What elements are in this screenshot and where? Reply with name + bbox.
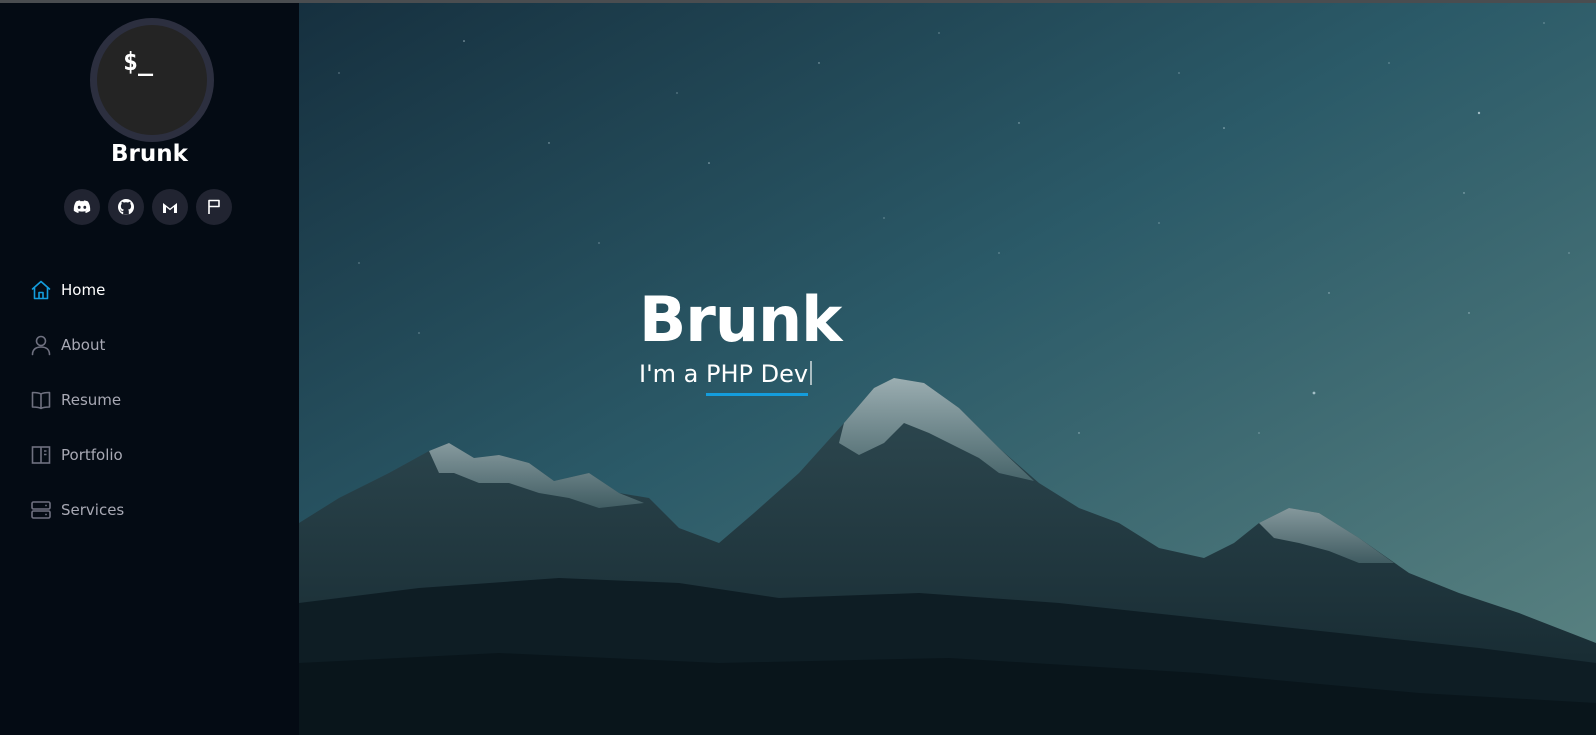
nav-label-services: Services — [61, 500, 125, 519]
flag-link[interactable] — [196, 189, 232, 225]
nav-menu: Home About Resume Portfolio Services — [30, 262, 124, 537]
nav-item-home[interactable]: Home — [30, 262, 124, 317]
discord-icon — [73, 200, 91, 214]
typed-text: PHP Dev — [706, 360, 809, 396]
portfolio-icon — [30, 444, 52, 466]
avatar-text: $_ — [123, 47, 154, 76]
nav-item-about[interactable]: About — [30, 317, 124, 372]
home-icon — [30, 279, 52, 301]
social-links — [64, 189, 232, 225]
nav-label-home: Home — [61, 280, 106, 299]
hero-subtitle-prefix: I'm a — [639, 360, 707, 388]
server-icon — [30, 499, 52, 521]
hero-section: Brunk I'm a PHP Dev — [299, 3, 1596, 735]
gmail-link[interactable] — [152, 189, 188, 225]
mountain-background-image — [299, 3, 1596, 735]
nav-label-portfolio: Portfolio — [61, 445, 123, 464]
page: $_ Brunk Home About Resume Portfolio Ser… — [0, 0, 1596, 735]
user-icon — [30, 334, 52, 356]
sidebar: $_ Brunk Home About Resume Portfolio Ser… — [0, 3, 299, 735]
browser-top-strip — [0, 0, 1596, 3]
book-icon — [30, 389, 52, 411]
typing-cursor — [810, 361, 813, 385]
hero-title: Brunk — [639, 283, 842, 356]
discord-link[interactable] — [64, 189, 100, 225]
profile-name: Brunk — [111, 141, 188, 167]
flag-icon — [206, 199, 222, 215]
nav-label-about: About — [61, 335, 106, 354]
hero-text: Brunk I'm a PHP Dev — [639, 283, 842, 396]
github-icon — [117, 198, 135, 216]
nav-item-resume[interactable]: Resume — [30, 372, 124, 427]
hero-subtitle: I'm a PHP Dev — [639, 359, 841, 396]
avatar: $_ — [90, 18, 214, 142]
nav-item-portfolio[interactable]: Portfolio — [30, 427, 124, 482]
gmail-icon — [162, 201, 178, 214]
github-link[interactable] — [108, 189, 144, 225]
nav-item-services[interactable]: Services — [30, 482, 124, 537]
nav-label-resume: Resume — [61, 390, 122, 409]
